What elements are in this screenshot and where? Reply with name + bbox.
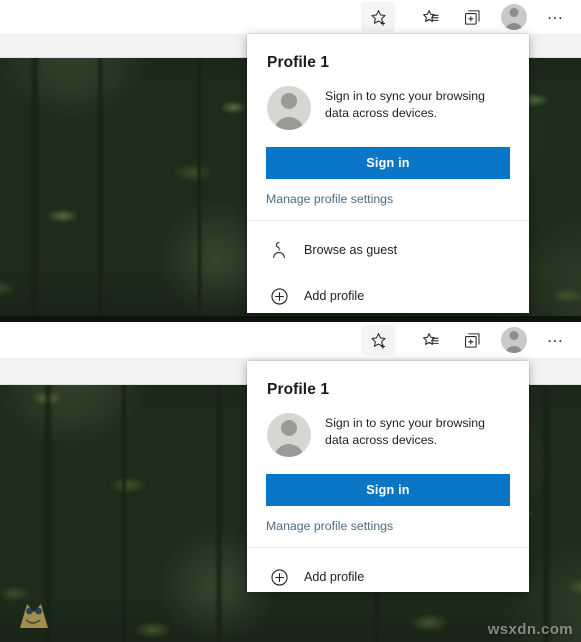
favorites-list-button-2[interactable] (413, 325, 447, 355)
site-url-watermark: wsxdn.com (487, 621, 573, 638)
plus-circle-icon (266, 564, 292, 590)
settings-more-button-2[interactable]: … (539, 325, 573, 355)
sync-description-text: Sign in to sync your browsing data acros… (325, 89, 485, 120)
avatar-head (509, 331, 519, 340)
menu-item-add-profile[interactable]: Add profile (247, 554, 529, 600)
profile-identity-row: Sign in to sync your browsing data acros… (247, 72, 529, 130)
profile-avatar-button-2[interactable] (497, 325, 531, 355)
menu-item-label: Add profile (304, 570, 365, 584)
avatar-head (509, 8, 519, 17)
avatar-body (274, 444, 304, 457)
profile-identity-row: Sign in to sync your browsing data acros… (247, 399, 529, 457)
avatar-body (505, 346, 523, 353)
favorites-list-icon (421, 8, 440, 27)
favorites-list-button[interactable] (413, 2, 447, 32)
favorites-add-icon (369, 331, 388, 350)
sign-in-button[interactable]: Sign in (266, 474, 510, 506)
collections-button-2[interactable] (455, 325, 489, 355)
settings-more-icon: … (546, 326, 566, 346)
avatar-head (281, 93, 297, 109)
profile-avatar-icon (501, 327, 527, 353)
profile-avatar-large-icon (267, 413, 311, 457)
collections-icon (463, 331, 482, 350)
sign-in-button[interactable]: Sign in (266, 147, 510, 179)
profile-flyout-top: Profile 1 Sign in to sync your browsing … (247, 34, 529, 313)
collections-button[interactable] (455, 2, 489, 32)
menu-item-add-profile[interactable]: Add profile (247, 273, 529, 319)
screenshot-root: … … Profile 1 Sign in to sync your brows… (0, 0, 581, 642)
sync-description-text: Sign in to sync your browsing data acros… (325, 416, 485, 447)
avatar-body (505, 23, 523, 30)
settings-more-icon: … (546, 3, 566, 23)
profile-flyout-title: Profile 1 (267, 381, 330, 398)
favorites-list-icon (421, 331, 440, 350)
settings-more-button[interactable]: … (539, 2, 573, 32)
favorites-add-button-2[interactable] (361, 325, 395, 355)
plus-circle-icon (266, 283, 292, 309)
avatar-body (274, 117, 304, 130)
profile-avatar-large-icon (267, 86, 311, 130)
favorites-add-icon (369, 8, 388, 27)
profile-avatar-icon (501, 4, 527, 30)
profile-flyout-title: Profile 1 (267, 54, 330, 71)
site-logo-watermark (10, 598, 56, 638)
manage-profile-settings-link[interactable]: Manage profile settings (247, 506, 529, 547)
menu-item-label: Browse as guest (304, 243, 398, 257)
avatar-head (281, 420, 297, 436)
menu-item-label: Add profile (304, 289, 365, 303)
browser-toolbar: … (0, 0, 581, 34)
collections-icon (463, 8, 482, 27)
manage-profile-settings-link[interactable]: Manage profile settings (247, 179, 529, 220)
profile-avatar-button[interactable] (497, 2, 531, 32)
browser-toolbar-2: … (0, 322, 581, 358)
favorites-add-button[interactable] (361, 2, 395, 32)
profile-flyout-bottom: Profile 1 Sign in to sync your browsing … (247, 361, 529, 592)
menu-item-browse-as-guest[interactable]: Browse as guest (247, 227, 529, 273)
guest-person-icon (266, 237, 292, 263)
